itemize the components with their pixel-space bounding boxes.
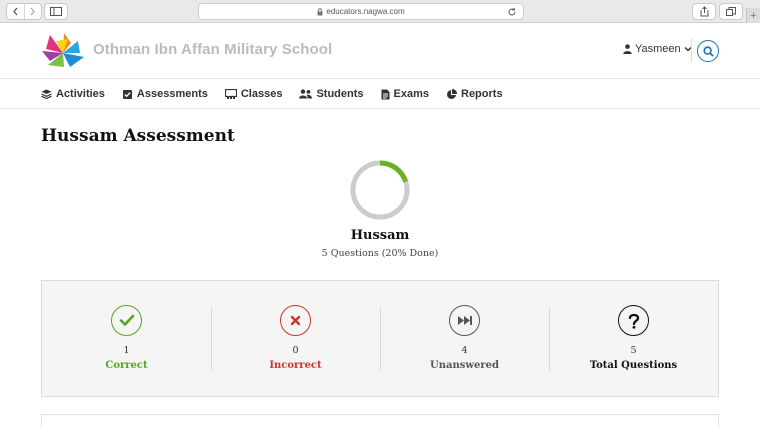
stat-label: Unanswered	[430, 360, 499, 371]
share-button[interactable]	[692, 3, 716, 20]
sidebar-toggle-button[interactable]	[44, 3, 68, 20]
search-button[interactable]	[697, 40, 719, 62]
nav-exams[interactable]: Exams	[381, 88, 429, 100]
search-icon	[702, 45, 714, 57]
nav-label: Classes	[240, 88, 283, 100]
forward-button[interactable]	[23, 4, 42, 19]
address-bar[interactable]: educators.nagwa.com	[198, 3, 524, 20]
chevron-right-icon	[30, 7, 36, 16]
nav-label: Reports	[461, 88, 503, 100]
school-logo[interactable]	[40, 31, 86, 74]
stat-correct: 1 Correct	[42, 281, 211, 396]
nav-label: Assessments	[136, 88, 208, 100]
stat-count: 4	[461, 345, 468, 356]
stat-total: 5 Total Questions	[549, 281, 718, 396]
user-name: Yasmeen	[635, 43, 681, 55]
stat-label: Total Questions	[589, 360, 678, 371]
site-header: Othman Ibn Affan Military School Yasmeen	[0, 23, 760, 79]
pie-chart-icon	[447, 88, 457, 99]
sidebar-icon	[50, 7, 62, 16]
share-icon	[700, 6, 708, 17]
exam-icon	[381, 89, 390, 99]
stat-count: 1	[123, 345, 130, 356]
school-name[interactable]: Othman Ibn Affan Military School	[93, 41, 332, 58]
stats-panel: 1 Correct 0 Incorrect 4 Unanswered 5 Tot…	[41, 280, 719, 397]
progress-ring	[350, 160, 410, 220]
new-tab-button[interactable]: +	[746, 8, 760, 23]
nav-label: Exams	[393, 88, 429, 100]
stat-count: 0	[292, 345, 299, 356]
user-icon	[623, 44, 632, 54]
page-title: Hussam Assessment	[41, 126, 235, 146]
chevron-left-icon	[12, 7, 18, 16]
header-divider	[691, 38, 692, 62]
classes-icon	[224, 89, 237, 99]
stat-unanswered: 4 Unanswered	[380, 281, 549, 396]
stat-incorrect: 0 Incorrect	[211, 281, 380, 396]
back-button[interactable]	[7, 4, 24, 19]
nav-classes[interactable]: Classes	[224, 88, 283, 100]
nav-activities[interactable]: Activities	[41, 88, 105, 100]
browser-toolbar: educators.nagwa.com +	[0, 0, 760, 23]
nav-label: Activities	[56, 88, 105, 100]
stat-count: 5	[630, 345, 637, 356]
user-menu[interactable]: Yasmeen	[623, 43, 692, 55]
reload-icon[interactable]	[507, 7, 517, 19]
questions-card	[41, 414, 719, 427]
stack-icon	[41, 89, 52, 99]
nav-students[interactable]: Students	[299, 88, 364, 100]
tabs-button[interactable]	[719, 3, 743, 20]
tabs-icon	[726, 6, 736, 16]
nav-assessments[interactable]: Assessments	[122, 88, 208, 100]
x-circle-icon	[280, 305, 311, 336]
url-text: educators.nagwa.com	[326, 7, 405, 16]
nav-label: Students	[316, 88, 364, 100]
skip-circle-icon	[449, 305, 480, 336]
nav-reports[interactable]: Reports	[446, 88, 503, 100]
stat-label: Incorrect	[269, 360, 322, 371]
students-icon	[299, 89, 313, 99]
progress-summary: 5 Questions (20% Done)	[321, 248, 439, 259]
main-nav: Activities Assessments Classes Students …	[0, 80, 760, 109]
history-nav	[6, 3, 42, 20]
lock-icon	[317, 7, 323, 16]
student-name: Hussam	[350, 228, 410, 243]
check-circle-icon	[111, 305, 142, 336]
assessment-icon	[122, 89, 132, 99]
stat-label: Correct	[105, 360, 148, 371]
plus-icon: +	[750, 9, 757, 22]
question-circle-icon	[618, 305, 649, 336]
